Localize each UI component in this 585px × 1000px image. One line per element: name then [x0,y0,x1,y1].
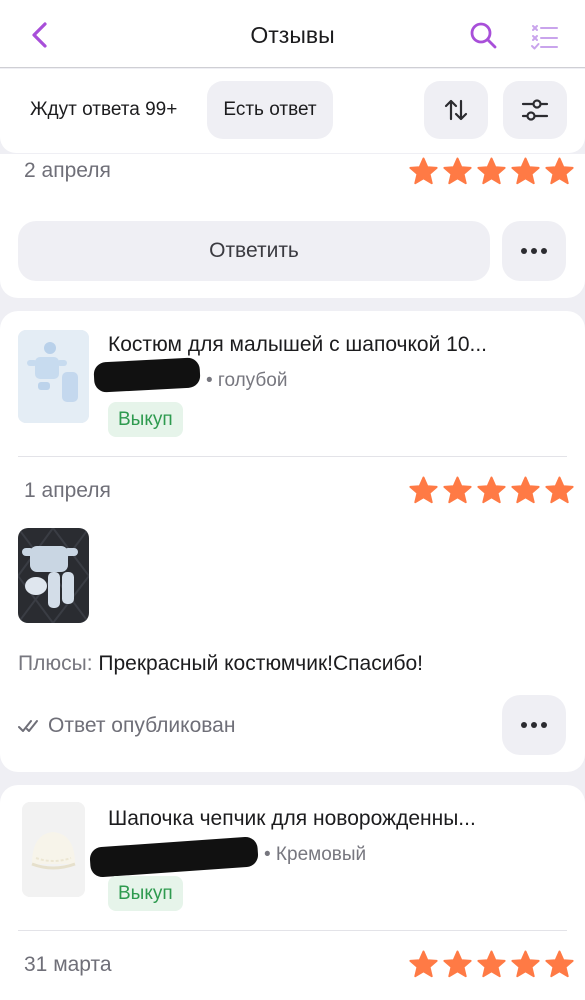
review-date: 2 апреля [24,159,111,182]
review-date: 31 марта [24,953,112,976]
dot [531,248,537,254]
star-icon [511,157,540,185]
star-icon [409,950,438,978]
star-icon [477,476,506,504]
dot [541,722,547,728]
star-icon [511,476,540,504]
product-thumbnail[interactable] [18,330,89,423]
reply-button[interactable]: Ответить [18,221,490,281]
review-card: Костюм для малышей с шапочкой 10... • го… [0,311,585,772]
filter-awaiting-reply[interactable]: Ждут ответа 99+ [30,99,177,121]
star-icon [443,476,472,504]
more-options-button[interactable] [502,221,566,281]
product-variant: • голубой [206,370,288,391]
star-icon [477,157,506,185]
review-photo-image [18,528,89,623]
divider [18,456,567,457]
rating-stars [409,950,574,979]
filter-settings-button[interactable] [503,81,567,139]
baby-suit-image [18,330,89,423]
sort-button[interactable] [424,81,488,139]
dot [521,248,527,254]
product-name[interactable]: Шапочка чепчик для новорожденны... [108,807,476,831]
purchase-badge: Выкуп [108,876,183,911]
review-card: 2 апреля Ответить [0,154,585,298]
review-pros: Плюсы: Прекрасный костюмчик!Спасибо! [18,652,423,676]
star-icon [443,950,472,978]
reply-status-text: Ответ опубликован [48,714,236,737]
product-name[interactable]: Костюм для малышей с шапочкой 10... [108,333,487,357]
checklist-icon[interactable] [530,20,560,50]
pros-text: Прекрасный костюмчик!Спасибо! [98,652,423,675]
sliders-icon [521,99,549,121]
star-icon [443,157,472,185]
review-photo[interactable] [18,528,89,623]
dot [531,722,537,728]
star-icon [409,157,438,185]
dot [541,248,547,254]
search-icon[interactable] [468,20,498,50]
divider [18,930,567,931]
baby-bonnet-image [22,802,85,897]
star-icon [545,476,574,504]
redacted-article [89,836,259,878]
dot [521,722,527,728]
top-bar: Отзывы [0,0,585,68]
pros-label: Плюсы: [18,652,93,675]
review-card: Шапочка чепчик для новорожденны... • Кре… [0,785,585,1000]
rating-stars [409,476,574,505]
star-icon [511,950,540,978]
star-icon [545,157,574,185]
double-check-icon [18,720,38,732]
review-date: 1 апреля [24,479,111,502]
more-options-button[interactable] [502,695,566,755]
star-icon [409,476,438,504]
product-thumbnail[interactable] [22,802,85,897]
reply-status: Ответ опубликован [18,714,235,738]
star-icon [545,950,574,978]
purchase-badge: Выкуп [108,402,183,437]
rating-stars [409,157,574,186]
filter-answered[interactable]: Есть ответ [207,81,333,139]
sort-arrows-icon [444,99,468,121]
star-icon [477,950,506,978]
product-variant: • Кремовый [264,844,367,865]
filter-bar: Ждут ответа 99+ Есть ответ [0,69,585,153]
redacted-article [93,357,201,393]
